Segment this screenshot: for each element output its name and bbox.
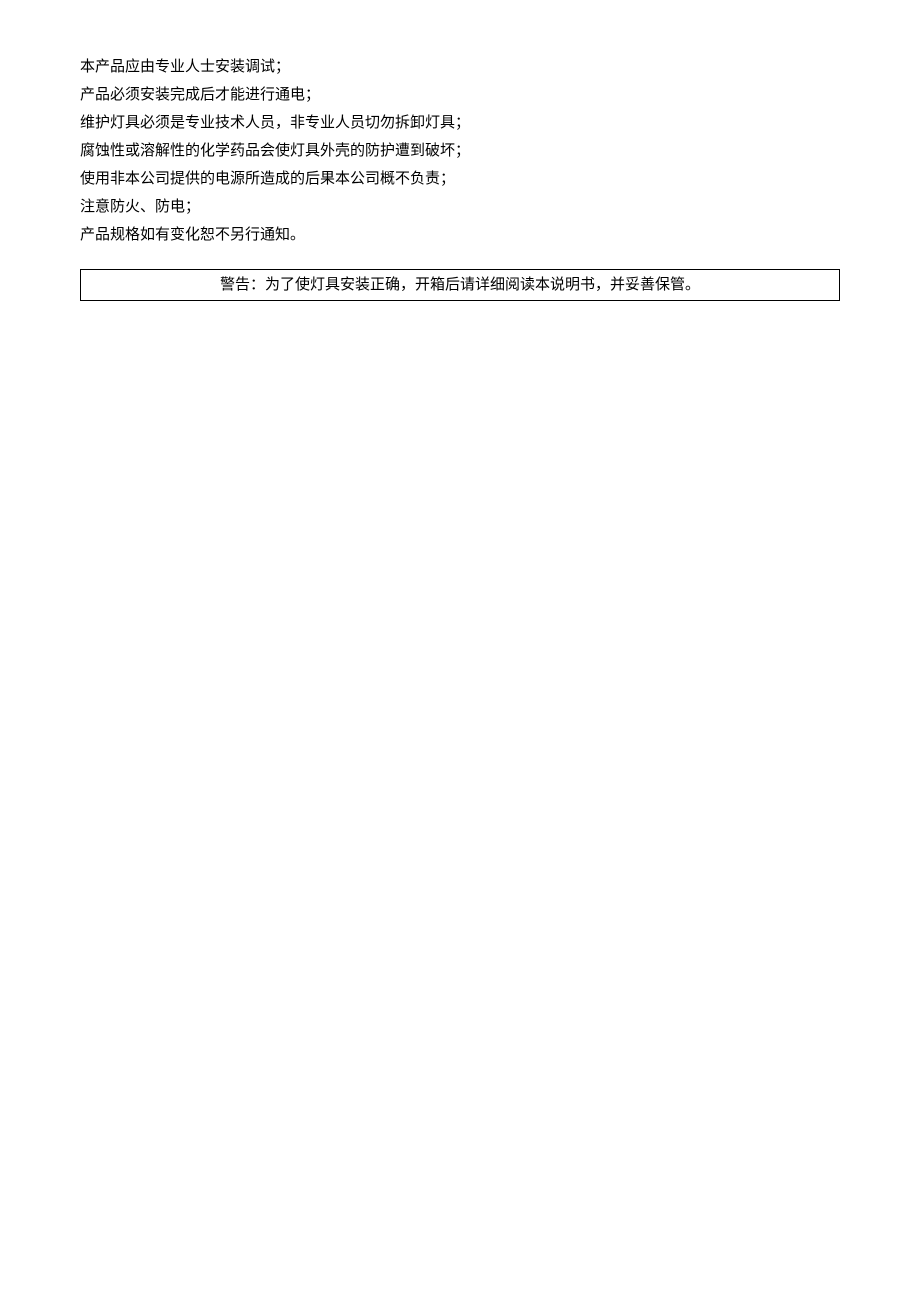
instruction-item: 维护灯具必须是专业技术人员，非专业人员切勿拆卸灯具； <box>80 111 840 135</box>
warning-box: 警告：为了使灯具安装正确，开箱后请详细阅读本说明书，并妥善保管。 <box>80 269 840 301</box>
instruction-list: 本产品应由专业人士安装调试； 产品必须安装完成后才能进行通电； 维护灯具必须是专… <box>80 55 840 247</box>
warning-text: 警告：为了使灯具安装正确，开箱后请详细阅读本说明书，并妥善保管。 <box>220 277 700 293</box>
instruction-item: 产品规格如有变化恕不另行通知。 <box>80 223 840 247</box>
instruction-item: 腐蚀性或溶解性的化学药品会使灯具外壳的防护遭到破坏； <box>80 139 840 163</box>
instruction-item: 注意防火、防电； <box>80 195 840 219</box>
instruction-item: 本产品应由专业人士安装调试； <box>80 55 840 79</box>
instruction-item: 产品必须安装完成后才能进行通电； <box>80 83 840 107</box>
document-content: 本产品应由专业人士安装调试； 产品必须安装完成后才能进行通电； 维护灯具必须是专… <box>80 55 840 301</box>
instruction-item: 使用非本公司提供的电源所造成的后果本公司概不负责； <box>80 167 840 191</box>
